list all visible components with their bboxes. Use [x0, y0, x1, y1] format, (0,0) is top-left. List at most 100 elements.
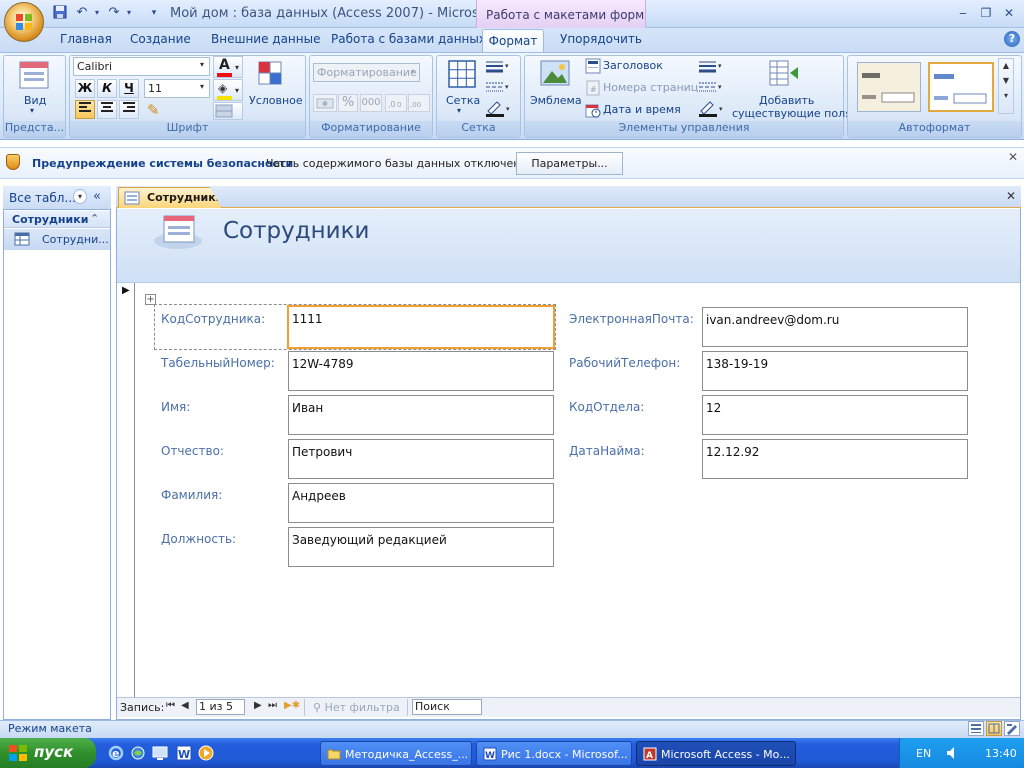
- undo-icon[interactable]: ↶: [74, 5, 90, 21]
- restore-button[interactable]: ❐: [975, 4, 997, 22]
- autoformat-style-1-icon[interactable]: [857, 62, 921, 112]
- currency-format-button[interactable]: [313, 94, 337, 112]
- redo-icon[interactable]: ↷: [106, 5, 122, 21]
- underline-button[interactable]: Ч: [119, 79, 139, 98]
- gridlines-dropdown-icon[interactable]: ▾: [457, 106, 461, 115]
- next-record-icon[interactable]: ▶: [254, 700, 262, 711]
- record-position-input[interactable]: 1 из 5: [196, 699, 245, 715]
- decrease-decimals-icon[interactable]: ,00: [408, 94, 430, 112]
- tab-home[interactable]: Главная: [60, 32, 112, 46]
- nav-item-employees-table[interactable]: Сотрудни...: [4, 229, 110, 250]
- bold-button[interactable]: Ж: [75, 79, 95, 98]
- italic-button[interactable]: К: [97, 79, 117, 98]
- control-line-type-icon[interactable]: ▾: [698, 80, 724, 94]
- undo-dropdown-icon[interactable]: ▾: [89, 5, 105, 21]
- add-existing-fields-icon[interactable]: [768, 59, 802, 89]
- close-button[interactable]: ✕: [998, 4, 1020, 22]
- task-word-document[interactable]: W Рис 1.docx - Microsof...: [476, 741, 632, 766]
- explorer-icon[interactable]: [130, 745, 146, 764]
- security-options-button[interactable]: Параметры...: [516, 152, 623, 175]
- volume-icon[interactable]: [945, 745, 961, 764]
- field-patronymic[interactable]: Петрович: [288, 439, 554, 479]
- design-view-icon[interactable]: [1004, 721, 1020, 736]
- format-painter-icon[interactable]: ✎: [147, 101, 160, 119]
- redo-dropdown-icon[interactable]: ▾: [121, 5, 137, 21]
- increase-decimals-icon[interactable]: ,0 0: [385, 94, 407, 112]
- field-employee-id[interactable]: 1111: [287, 305, 555, 349]
- date-time-icon[interactable]: [585, 102, 601, 118]
- gallery-down-icon[interactable]: ▼: [999, 76, 1013, 85]
- start-button[interactable]: пуск: [0, 738, 96, 768]
- control-line-width-icon[interactable]: ▾: [698, 59, 724, 73]
- save-icon[interactable]: [52, 5, 68, 21]
- nav-category-dropdown-icon[interactable]: ▾: [73, 189, 87, 204]
- conditional-formatting-icon[interactable]: [257, 59, 287, 89]
- field-first-name[interactable]: Иван: [288, 395, 554, 435]
- line-width-icon[interactable]: ▾: [485, 59, 511, 73]
- alternate-fill-button[interactable]: [213, 102, 243, 120]
- previous-record-icon[interactable]: ◀: [181, 700, 189, 711]
- filter-status[interactable]: ⚲ Нет фильтра: [304, 699, 408, 716]
- autoformat-style-2-icon[interactable]: [928, 62, 994, 112]
- gallery-up-icon[interactable]: ▲: [999, 61, 1013, 70]
- field-work-phone[interactable]: 138-19-19: [702, 351, 968, 391]
- font-name-combo[interactable]: Calibri: [73, 57, 210, 76]
- field-department-id[interactable]: 12: [702, 395, 968, 435]
- tab-arrange[interactable]: Упорядочить: [560, 32, 642, 46]
- title-button-label[interactable]: Заголовок: [603, 59, 663, 72]
- nav-group-collapse-icon[interactable]: ⌃: [90, 212, 99, 225]
- customize-qat-icon[interactable]: ▾: [146, 5, 162, 21]
- logo-icon[interactable]: [538, 58, 572, 90]
- help-icon[interactable]: ?: [1004, 31, 1020, 47]
- autoformat-gallery-scroll[interactable]: ▲ ▼ ▾: [998, 58, 1014, 114]
- view-icon[interactable]: [18, 59, 50, 91]
- record-selector[interactable]: [117, 283, 135, 697]
- layout-view-icon[interactable]: [986, 721, 1002, 736]
- view-button-label[interactable]: Вид: [24, 94, 46, 107]
- field-hire-date[interactable]: 12.12.92: [702, 439, 968, 479]
- page-numbers-icon[interactable]: #: [585, 80, 601, 96]
- gallery-more-icon[interactable]: ▾: [999, 91, 1013, 100]
- add-existing-fields-label-1[interactable]: Добавить: [759, 94, 814, 107]
- nav-category-label[interactable]: Все табл...: [9, 191, 76, 205]
- line-color-icon[interactable]: ▾: [485, 100, 513, 118]
- collapse-pane-icon[interactable]: «: [93, 189, 101, 204]
- conditional-formatting-label[interactable]: Условное: [249, 94, 303, 107]
- align-right-icon[interactable]: [119, 100, 139, 119]
- close-security-bar-icon[interactable]: ✕: [1008, 150, 1018, 164]
- date-time-button-label[interactable]: Дата и время: [603, 103, 681, 116]
- search-input[interactable]: Поиск: [412, 699, 482, 715]
- align-left-icon[interactable]: [75, 100, 95, 119]
- page-numbers-button-label[interactable]: Номера страниц: [603, 81, 698, 94]
- format-combo-dropdown-icon[interactable]: ▾: [411, 67, 415, 76]
- field-last-name[interactable]: Андреев: [288, 483, 554, 523]
- align-center-icon[interactable]: [97, 100, 117, 119]
- navigation-pane-header[interactable]: Все табл... ▾ «: [3, 186, 111, 210]
- clock[interactable]: 13:40: [985, 747, 1017, 760]
- media-player-icon[interactable]: [198, 745, 214, 764]
- title-icon[interactable]: [585, 58, 601, 74]
- desktop-icon[interactable]: [152, 745, 168, 764]
- ie-icon[interactable]: e: [108, 745, 124, 764]
- thousands-button[interactable]: 000: [360, 94, 382, 112]
- task-methodichka[interactable]: Методичка_Access_...: [320, 741, 472, 766]
- word-icon[interactable]: W: [176, 745, 192, 764]
- form-view-icon[interactable]: [968, 721, 984, 736]
- tab-database-tools[interactable]: Работа с базами данных: [331, 32, 486, 46]
- last-record-icon[interactable]: ⏭: [268, 700, 277, 711]
- nav-group-employees[interactable]: Сотрудники ⌃: [4, 211, 110, 228]
- close-document-icon[interactable]: ✕: [1006, 189, 1016, 203]
- office-button[interactable]: [4, 2, 44, 42]
- format-combo[interactable]: Форматирование: [313, 63, 420, 82]
- gridlines-button-label[interactable]: Сетка: [446, 94, 480, 107]
- font-size-dropdown-icon[interactable]: ▾: [200, 82, 204, 91]
- gridlines-icon[interactable]: [447, 59, 477, 89]
- logo-button-label[interactable]: Эмблема: [530, 94, 582, 107]
- tab-create[interactable]: Создание: [130, 32, 191, 46]
- font-name-dropdown-icon[interactable]: ▾: [200, 60, 204, 69]
- field-email[interactable]: ivan.andreev@dom.ru: [702, 307, 968, 347]
- field-personnel-number[interactable]: 12W-4789: [288, 351, 554, 391]
- tab-external-data[interactable]: Внешние данные: [211, 32, 320, 46]
- fill-color-button[interactable]: ◈ ▾: [213, 79, 243, 101]
- add-existing-fields-label-2[interactable]: существующие поля: [732, 107, 852, 120]
